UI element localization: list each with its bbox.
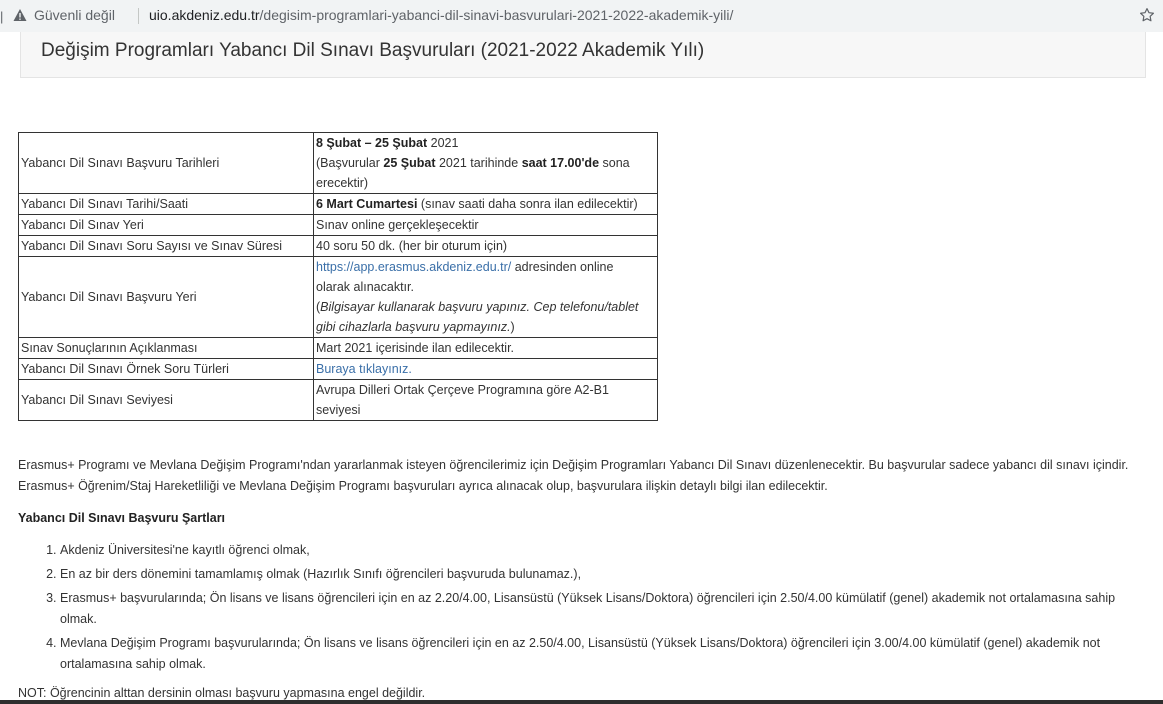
table-row: Yabancı Dil Sınavı Seviyesi Avrupa Dille… xyxy=(18,379,658,421)
exam-date: 6 Mart Cumartesi xyxy=(316,197,418,211)
text: 2021 tarihinde xyxy=(435,156,522,170)
table-row: Yabancı Dil Sınavı Başvuru Yeri https://… xyxy=(18,256,658,338)
table-row: Yabancı Dil Sınavı Soru Sayısı ve Sınav … xyxy=(18,235,658,257)
exam-info-table: Yabancı Dil Sınavı Başvuru Tarihleri 8 Ş… xyxy=(18,132,658,421)
text: erecektir) xyxy=(316,176,369,190)
text: sona xyxy=(599,156,630,170)
row-label: Yabancı Dil Sınavı Örnek Soru Türleri xyxy=(18,358,314,380)
table-row: Sınav Sonuçlarının Açıklanması Mart 2021… xyxy=(18,337,658,359)
application-year: 2021 xyxy=(427,136,459,150)
text: seviyesi xyxy=(316,403,361,417)
device-warning: gibi cihazlarla başvuru yapmayınız. xyxy=(316,320,511,334)
row-label: Yabancı Dil Sınavı Tarihi/Saati xyxy=(18,193,314,215)
tab-edge: | xyxy=(0,9,4,24)
address-bar[interactable]: | Güvenli değil uio.akdeniz.edu.tr/degis… xyxy=(0,0,1163,32)
row-value: Avrupa Dilleri Ortak Çerçeve Programına … xyxy=(313,379,658,421)
text: ) xyxy=(510,320,515,334)
bookmark-star-icon[interactable] xyxy=(1138,6,1156,24)
url-path: /degisim-programlari-yabanci-dil-sinavi-… xyxy=(259,7,734,23)
deadline-date: 25 Şubat xyxy=(383,156,436,170)
text: adresinden online xyxy=(511,260,614,274)
row-value: 8 Şubat – 25 Şubat 2021 (Başvurular 25 Ş… xyxy=(313,132,658,194)
sample-questions-link[interactable]: Buraya tıklayınız. xyxy=(316,362,412,376)
url-text[interactable]: uio.akdeniz.edu.tr/degisim-programlari-y… xyxy=(149,7,733,23)
application-site-link[interactable]: https://app.erasmus.akdeniz.edu.tr/ xyxy=(316,260,511,274)
url-host: uio.akdeniz.edu.tr xyxy=(149,7,260,23)
page-title: Değişim Programları Yabancı Dil Sınavı B… xyxy=(41,40,705,61)
row-value: 6 Mart Cumartesi (sınav saati daha sonra… xyxy=(313,193,658,215)
list-item: Akdeniz Üniversitesi'ne kayıtlı öğrenci … xyxy=(60,540,1143,561)
text: (sınav saati daha sonra ilan edilecektir… xyxy=(417,197,638,211)
row-value: Mart 2021 içerisinde ilan edilecektir. xyxy=(313,337,658,359)
address-separator xyxy=(138,8,139,24)
security-status-label[interactable]: Güvenli değil xyxy=(34,7,115,23)
table-row: Yabancı Dil Sınavı Tarihi/Saati 6 Mart C… xyxy=(18,193,658,215)
row-value: Sınav online gerçekleşecektir xyxy=(313,214,658,236)
text: Avrupa Dilleri Ortak Çerçeve Programına … xyxy=(316,383,609,397)
row-label: Yabancı Dil Sınavı Başvuru Tarihleri xyxy=(18,132,314,194)
text: (Başvurular xyxy=(316,156,384,170)
table-row: Yabancı Dil Sınavı Örnek Soru Türleri Bu… xyxy=(18,358,658,380)
note-text: NOT: Öğrencinin alttan dersinin olması b… xyxy=(18,686,426,700)
bottom-bar xyxy=(0,700,1163,704)
table-row: Yabancı Dil Sınavı Başvuru Tarihleri 8 Ş… xyxy=(18,132,658,194)
warning-icon[interactable] xyxy=(13,8,27,22)
info-paragraph: Erasmus+ Programı ve Mevlana Değişim Pro… xyxy=(18,458,1129,493)
list-item: Erasmus+ başvurularında; Ön lisans ve li… xyxy=(60,588,1143,630)
row-label: Sınav Sonuçlarının Açıklanması xyxy=(18,337,314,359)
text: olarak alınacaktır. xyxy=(316,280,414,294)
deadline-time: saat 17.00'de xyxy=(521,156,600,170)
row-value: https://app.erasmus.akdeniz.edu.tr/ adre… xyxy=(313,256,658,338)
row-label: Yabancı Dil Sınav Yeri xyxy=(18,214,314,236)
requirements-list: Akdeniz Üniversitesi'ne kayıtlı öğrenci … xyxy=(18,540,1143,678)
application-dates: 8 Şubat – 25 Şubat xyxy=(316,136,428,150)
list-item: Mevlana Değişim Programı başvurularında;… xyxy=(60,633,1143,675)
page-title-box: Değişim Programları Yabancı Dil Sınavı B… xyxy=(20,32,1146,78)
list-item: En az bir ders dönemini tamamlamış olmak… xyxy=(60,564,1143,585)
row-label: Yabancı Dil Sınavı Seviyesi xyxy=(18,379,314,421)
requirements-heading: Yabancı Dil Sınavı Başvuru Şartları xyxy=(18,511,226,525)
table-row: Yabancı Dil Sınav Yeri Sınav online gerç… xyxy=(18,214,658,236)
row-value: 40 soru 50 dk. (her bir oturum için) xyxy=(313,235,658,257)
row-label: Yabancı Dil Sınavı Başvuru Yeri xyxy=(18,256,314,338)
row-label: Yabancı Dil Sınavı Soru Sayısı ve Sınav … xyxy=(18,235,314,257)
row-value: Buraya tıklayınız. xyxy=(313,358,658,380)
device-warning: Bilgisayar kullanarak başvuru yapınız. C… xyxy=(320,300,639,314)
